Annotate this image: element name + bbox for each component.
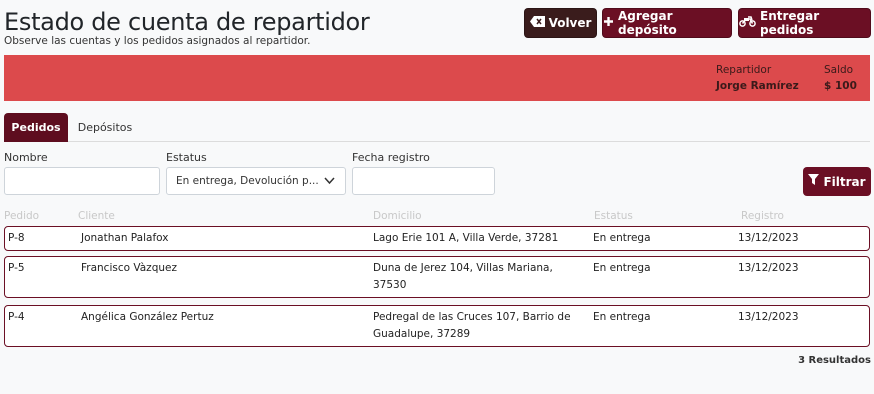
- status-filter-value: En entrega, Devolución p...: [176, 175, 319, 187]
- tab-pedidos[interactable]: Pedidos: [4, 113, 68, 142]
- address-line-1: Duna de Jerez 104, Villas Mariana,: [373, 262, 553, 274]
- motorcycle-icon: [739, 16, 756, 30]
- name-filter-input[interactable]: [4, 167, 160, 195]
- client-name: Jonathan Palafox: [81, 232, 169, 244]
- column-header-pedido: Pedido: [4, 210, 40, 222]
- date-filter-label: Fecha registro: [352, 151, 430, 164]
- table-row[interactable]: P-4 Angélica González Pertuz Pedregal de…: [4, 305, 870, 347]
- plus-icon: [603, 16, 614, 30]
- order-status: En entrega: [593, 232, 651, 244]
- name-filter-label: Nombre: [4, 151, 48, 164]
- page-title: Estado de cuenta de repartidor: [4, 8, 370, 36]
- order-id: P-4: [8, 311, 25, 323]
- deliver-orders-label: Entregar pedidos: [760, 9, 820, 37]
- page-subtitle: Observe las cuentas y los pedidos asigna…: [4, 35, 311, 47]
- column-header-cliente: Cliente: [78, 210, 115, 222]
- column-header-domicilio: Domicilio: [373, 210, 422, 222]
- add-deposit-label: Agregar depósito: [618, 9, 677, 37]
- status-filter-label: Estatus: [166, 151, 207, 164]
- funnel-icon: [808, 174, 820, 189]
- chevron-down-icon: [324, 176, 335, 188]
- add-deposit-button[interactable]: Agregar depósito: [602, 8, 732, 38]
- courier-name: Jorge Ramírez: [716, 80, 799, 92]
- backspace-icon: [529, 16, 545, 30]
- address-line-2: Guadalupe, 37289: [373, 328, 471, 340]
- table-row[interactable]: P-5 Francisco Vàzquez Duna de Jerez 104,…: [4, 256, 870, 298]
- balance-value: $ 100: [824, 80, 857, 92]
- tab-bar: Pedidos Depósitos: [4, 113, 870, 142]
- results-count: 3 Resultados: [798, 355, 871, 366]
- courier-summary-banner: Repartidor Jorge Ramírez Saldo $ 100: [4, 55, 870, 101]
- order-id: P-5: [8, 262, 25, 274]
- order-id: P-8: [8, 232, 25, 244]
- status-filter-select[interactable]: En entrega, Devolución p...: [166, 167, 346, 195]
- date-filter-input[interactable]: [352, 167, 495, 195]
- address-line-1: Lago Erie 101 A, Villa Verde, 37281: [373, 232, 559, 244]
- back-label: Volver: [548, 16, 592, 30]
- balance-label: Saldo: [824, 64, 854, 76]
- column-header-estatus: Estatus: [594, 210, 633, 222]
- address-line-1: Pedregal de las Cruces 107, Barrio de: [373, 311, 571, 323]
- column-header-registro: Registro: [741, 210, 784, 222]
- filter-button[interactable]: Filtrar: [803, 167, 871, 196]
- address-line-2: 37530: [373, 279, 407, 291]
- back-button[interactable]: Volver: [524, 8, 597, 38]
- deliver-orders-button[interactable]: Entregar pedidos: [738, 8, 871, 38]
- order-status: En entrega: [593, 262, 651, 274]
- tab-depositos[interactable]: Depósitos: [68, 113, 142, 142]
- client-name: Francisco Vàzquez: [81, 262, 177, 274]
- page-header: Estado de cuenta de repartidor Observe l…: [4, 8, 370, 47]
- courier-label: Repartidor: [716, 64, 772, 76]
- order-date: 13/12/2023: [738, 262, 799, 274]
- order-date: 13/12/2023: [738, 232, 799, 244]
- client-name: Angélica González Pertuz: [81, 311, 214, 323]
- order-date: 13/12/2023: [738, 311, 799, 323]
- table-row[interactable]: P-8 Jonathan Palafox Lago Erie 101 A, Vi…: [4, 226, 870, 251]
- filter-label: Filtrar: [823, 174, 866, 189]
- order-status: En entrega: [593, 311, 651, 323]
